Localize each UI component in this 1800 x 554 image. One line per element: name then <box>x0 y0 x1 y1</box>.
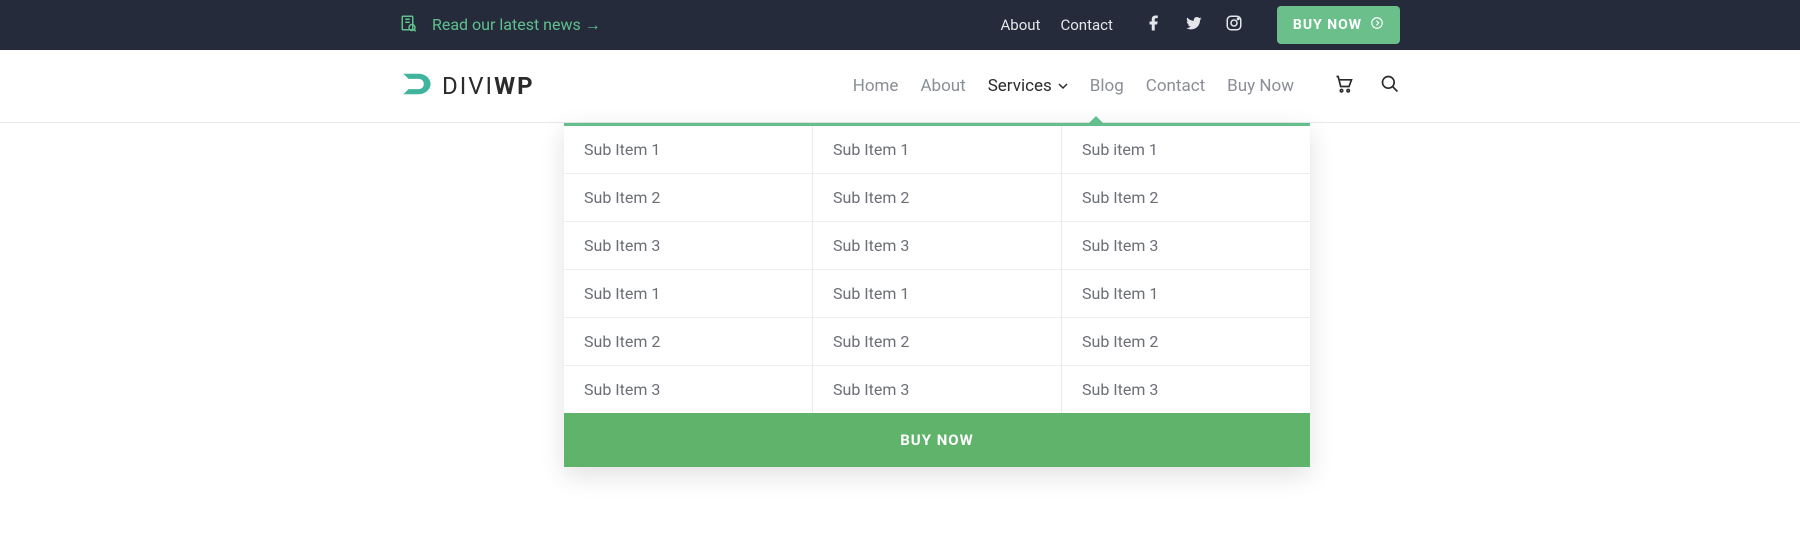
mega-buy-now-button[interactable]: BUY NOW <box>564 413 1310 467</box>
mega-item[interactable]: Sub Item 3 <box>813 222 1061 270</box>
mega-column-3: Sub item 1 Sub Item 2 Sub Item 3 Sub Ite… <box>1062 126 1310 413</box>
social-icons <box>1145 14 1243 36</box>
nav-links: Home About Services Blog Contact Buy Now <box>853 76 1294 96</box>
nav-item-services[interactable]: Services <box>988 76 1068 96</box>
mega-item[interactable]: Sub Item 1 <box>564 270 812 318</box>
nav-item-about[interactable]: About <box>920 76 965 96</box>
mega-item[interactable]: Sub Item 2 <box>1062 318 1310 366</box>
mega-item[interactable]: Sub Item 1 <box>564 126 812 174</box>
topbar-left: Read our latest news → <box>400 14 601 36</box>
mega-item[interactable]: Sub Item 3 <box>813 366 1061 413</box>
nav-item-blog[interactable]: Blog <box>1090 76 1124 96</box>
mega-menu: Sub Item 1 Sub Item 2 Sub Item 3 Sub Ite… <box>564 123 1310 467</box>
topbar: Read our latest news → About Contact BUY… <box>0 0 1800 50</box>
mega-item[interactable]: Sub Item 3 <box>1062 366 1310 413</box>
navbar: DIVIWP Home About Services Blog Contact … <box>400 50 1400 122</box>
topbar-link-contact[interactable]: Contact <box>1060 16 1112 34</box>
nav-item-home[interactable]: Home <box>853 76 899 96</box>
mega-item[interactable]: Sub Item 3 <box>564 222 812 270</box>
nav-item-buynow[interactable]: Buy Now <box>1227 76 1294 96</box>
logo-mark-icon <box>400 67 434 105</box>
logo-wp: WP <box>494 72 534 100</box>
logo-text: DIVIWP <box>442 72 535 100</box>
topbar-right: About Contact BUY NOW <box>1001 6 1400 44</box>
chevron-down-icon <box>1058 76 1068 96</box>
twitter-icon[interactable] <box>1185 14 1203 36</box>
mega-item[interactable]: Sub Item 3 <box>1062 222 1310 270</box>
instagram-icon[interactable] <box>1225 14 1243 36</box>
nav-item-contact[interactable]: Contact <box>1146 76 1205 96</box>
mega-menu-container: Sub Item 1 Sub Item 2 Sub Item 3 Sub Ite… <box>0 123 1800 467</box>
mega-item[interactable]: Sub Item 2 <box>564 318 812 366</box>
buy-now-top-label: BUY NOW <box>1293 17 1362 33</box>
mega-item[interactable]: Sub item 1 <box>1062 126 1310 174</box>
facebook-icon[interactable] <box>1145 14 1163 36</box>
search-icon[interactable] <box>1380 74 1400 98</box>
news-icon <box>400 14 418 36</box>
nav-right: Home About Services Blog Contact Buy Now <box>853 74 1400 98</box>
mega-column-2: Sub Item 1 Sub Item 2 Sub Item 3 Sub Ite… <box>813 126 1062 413</box>
mega-item[interactable]: Sub Item 2 <box>564 174 812 222</box>
mega-item[interactable]: Sub Item 3 <box>564 366 812 413</box>
navbar-wrap: DIVIWP Home About Services Blog Contact … <box>0 50 1800 123</box>
arrow-right-circle-icon <box>1370 16 1384 34</box>
buy-now-top-button[interactable]: BUY NOW <box>1277 6 1400 44</box>
nav-item-services-label: Services <box>988 76 1052 96</box>
mega-columns: Sub Item 1 Sub Item 2 Sub Item 3 Sub Ite… <box>564 126 1310 413</box>
nav-utilities <box>1334 74 1400 98</box>
logo-divi: DIVI <box>442 72 494 100</box>
mega-item[interactable]: Sub Item 2 <box>813 318 1061 366</box>
mega-column-1: Sub Item 1 Sub Item 2 Sub Item 3 Sub Ite… <box>564 126 813 413</box>
logo[interactable]: DIVIWP <box>400 67 535 105</box>
topbar-inner: Read our latest news → About Contact BUY… <box>400 6 1400 44</box>
mega-item[interactable]: Sub Item 2 <box>813 174 1061 222</box>
topbar-link-about[interactable]: About <box>1001 16 1041 34</box>
mega-item[interactable]: Sub Item 1 <box>813 270 1061 318</box>
mega-item[interactable]: Sub Item 1 <box>1062 270 1310 318</box>
cart-icon[interactable] <box>1334 74 1354 98</box>
mega-item[interactable]: Sub Item 1 <box>813 126 1061 174</box>
news-link[interactable]: Read our latest news → <box>432 15 601 35</box>
mega-item[interactable]: Sub Item 2 <box>1062 174 1310 222</box>
